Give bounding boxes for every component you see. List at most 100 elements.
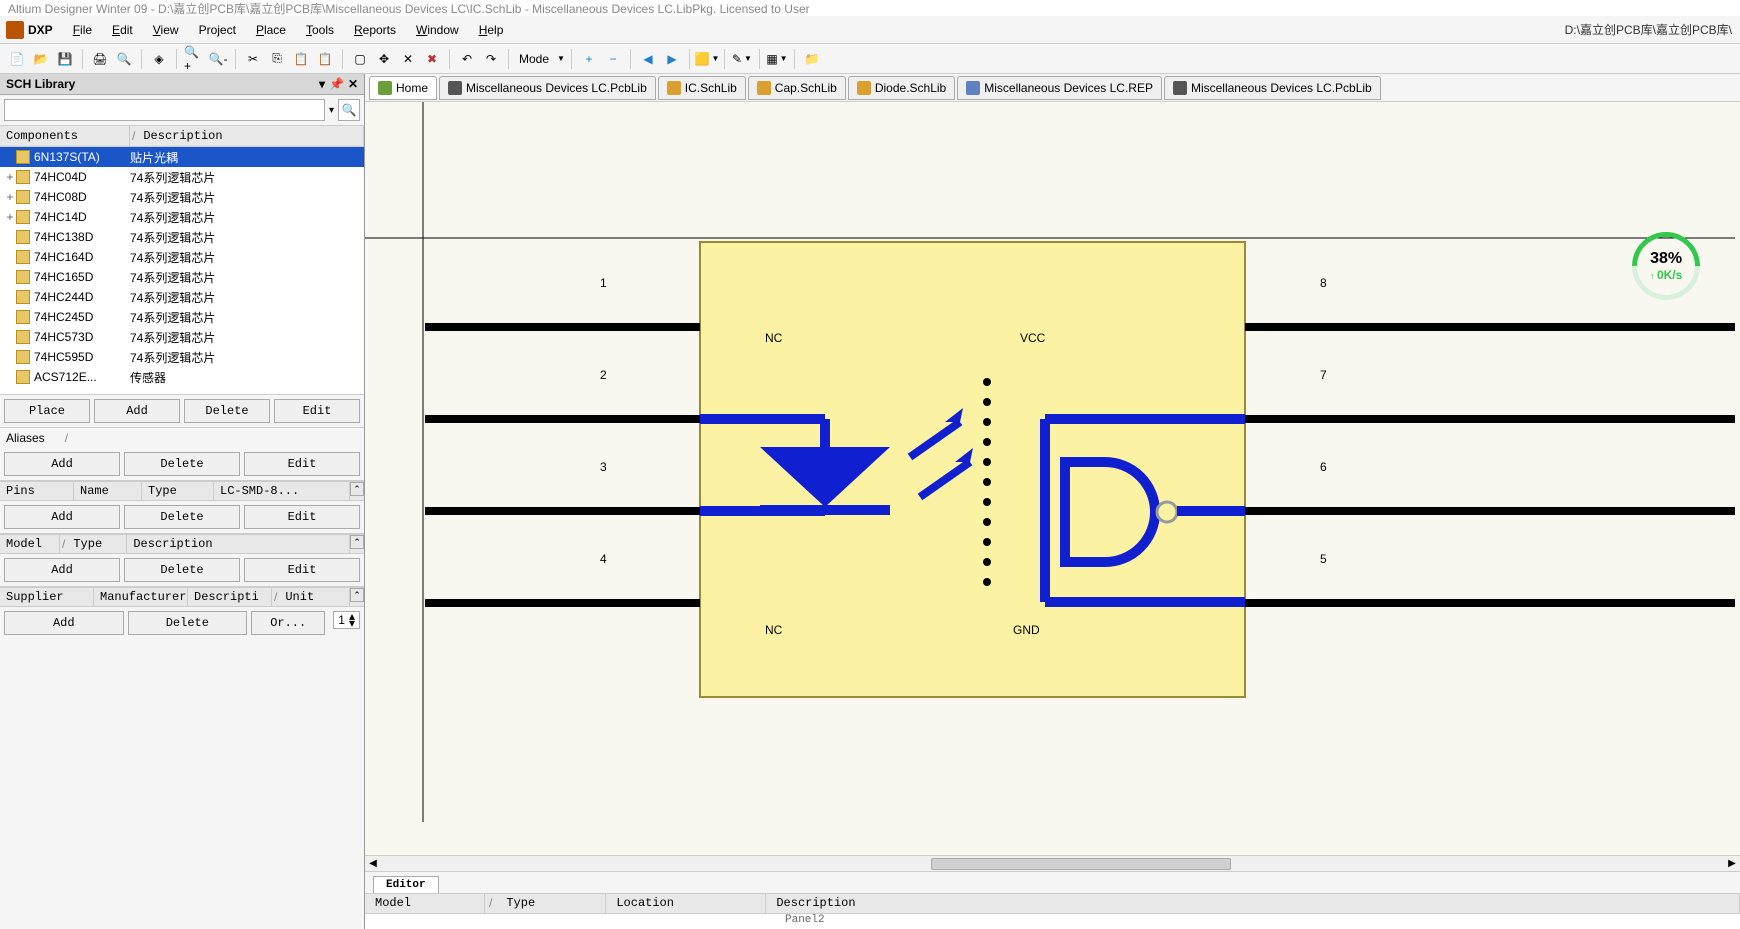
draw-icon[interactable]: ✎▼: [731, 48, 753, 70]
place-part-icon[interactable]: 🟨▼: [696, 48, 718, 70]
menu-project[interactable]: Project: [189, 19, 246, 41]
select-icon[interactable]: ▢: [349, 48, 371, 70]
mode-dropdown-icon[interactable]: ▼: [557, 54, 565, 63]
alias-add-button[interactable]: Add: [4, 452, 120, 476]
pin-edit-button[interactable]: Edit: [244, 505, 360, 529]
supplier-delete-button[interactable]: Delete: [128, 611, 248, 635]
edit-button[interactable]: Edit: [274, 399, 360, 423]
menu-reports[interactable]: Reports: [344, 19, 406, 41]
tab-ic-schlib[interactable]: IC.SchLib: [658, 76, 746, 100]
panel-menu-icon[interactable]: ▾: [319, 77, 325, 91]
tab-miscellaneous-devices-lc-pcblib[interactable]: Miscellaneous Devices LC.PcbLib: [439, 76, 656, 100]
tab-miscellaneous-devices-lc-rep[interactable]: Miscellaneous Devices LC.REP: [957, 76, 1162, 100]
panel-close-icon[interactable]: ✕: [348, 77, 358, 91]
model-delete-button[interactable]: Delete: [124, 558, 240, 582]
new-icon[interactable]: 📄: [6, 48, 28, 70]
model-edit-button[interactable]: Edit: [244, 558, 360, 582]
col-model[interactable]: Model: [365, 894, 485, 913]
list-item[interactable]: 6N137S(TA)贴片光耦: [0, 147, 364, 167]
paste-special-icon[interactable]: 📋: [314, 48, 336, 70]
zoom-out-icon[interactable]: 🔍-: [207, 48, 229, 70]
scroll-left-icon[interactable]: ◀: [365, 858, 381, 869]
menu-place[interactable]: Place: [246, 19, 296, 41]
mode-label[interactable]: Mode: [519, 52, 549, 66]
status-text: Panel2: [365, 913, 1740, 929]
menu-tools[interactable]: Tools: [296, 19, 344, 41]
list-item[interactable]: +74HC14D74系列逻辑芯片: [0, 207, 364, 227]
menu-dxp[interactable]: DXP: [28, 23, 53, 37]
delete-icon[interactable]: ✖: [421, 48, 443, 70]
search-input[interactable]: [4, 99, 325, 121]
list-item[interactable]: 74HC573D74系列逻辑芯片: [0, 327, 364, 347]
nav-fwd-icon[interactable]: ▶: [661, 48, 683, 70]
scrollbar-thumb[interactable]: [931, 858, 1231, 870]
collapse-icon[interactable]: ⌃: [350, 588, 364, 602]
save-icon[interactable]: 💾: [54, 48, 76, 70]
list-item[interactable]: 74HC165D74系列逻辑芯片: [0, 267, 364, 287]
remove-icon[interactable]: −: [602, 48, 624, 70]
move-icon[interactable]: ✥: [373, 48, 395, 70]
place-button[interactable]: Place: [4, 399, 90, 423]
print-icon[interactable]: 🖨: [89, 48, 111, 70]
add-icon[interactable]: +: [578, 48, 600, 70]
collapse-icon[interactable]: ⌃: [350, 535, 364, 549]
undo-icon[interactable]: ↶: [456, 48, 478, 70]
title-bar: Altium Designer Winter 09 - D:\嘉立创PCB库\嘉…: [0, 0, 1740, 16]
menu-file[interactable]: File: [63, 19, 102, 41]
list-item[interactable]: +74HC08D74系列逻辑芯片: [0, 187, 364, 207]
schematic-canvas[interactable]: 1 2 3 4 8 7 6 5 NC VCC NC GND: [365, 102, 1740, 855]
layers-icon[interactable]: ◈: [148, 48, 170, 70]
collapse-icon[interactable]: ⌃: [350, 482, 364, 496]
menu-view[interactable]: View: [143, 19, 189, 41]
list-item[interactable]: ACS712E...传感器: [0, 367, 364, 387]
scroll-right-icon[interactable]: ▶: [1724, 858, 1740, 869]
tab-home[interactable]: Home: [369, 76, 437, 100]
list-item[interactable]: 74HC138D74系列逻辑芯片: [0, 227, 364, 247]
copy-icon[interactable]: ⎘: [266, 48, 288, 70]
supplier-add-button[interactable]: Add: [4, 611, 124, 635]
list-item[interactable]: 74HC164D74系列逻辑芯片: [0, 247, 364, 267]
preview-icon[interactable]: 🔍: [113, 48, 135, 70]
open-icon[interactable]: 📂: [30, 48, 52, 70]
col-description-bottom[interactable]: Description: [766, 894, 1740, 913]
search-icon[interactable]: 🔍: [338, 99, 360, 121]
supplier-order-button[interactable]: Or...: [251, 611, 325, 635]
model-add-button[interactable]: Add: [4, 558, 120, 582]
pin-delete-button[interactable]: Delete: [124, 505, 240, 529]
delete-button[interactable]: Delete: [184, 399, 270, 423]
folder-icon[interactable]: 📁: [801, 48, 823, 70]
svg-text:6: 6: [1320, 460, 1327, 474]
redo-icon[interactable]: ↷: [480, 48, 502, 70]
nav-back-icon[interactable]: ◀: [637, 48, 659, 70]
components-list[interactable]: 6N137S(TA)贴片光耦+74HC04D74系列逻辑芯片+74HC08D74…: [0, 147, 364, 395]
col-description[interactable]: Description: [137, 126, 364, 146]
tab-editor[interactable]: Editor: [373, 876, 439, 893]
pin-add-button[interactable]: Add: [4, 505, 120, 529]
alias-edit-button[interactable]: Edit: [244, 452, 360, 476]
list-item[interactable]: +74HC04D74系列逻辑芯片: [0, 167, 364, 187]
grid-icon[interactable]: ▦▼: [766, 48, 788, 70]
list-item[interactable]: 74HC245D74系列逻辑芯片: [0, 307, 364, 327]
add-button[interactable]: Add: [94, 399, 180, 423]
tab-diode-schlib[interactable]: Diode.SchLib: [848, 76, 955, 100]
search-dropdown-icon[interactable]: ▾: [329, 105, 334, 116]
col-location[interactable]: Location: [606, 894, 766, 913]
cut-icon[interactable]: ✂: [242, 48, 264, 70]
aliases-header[interactable]: Aliases/ ⌃: [0, 428, 364, 448]
quantity-stepper[interactable]: 1 ▴▾: [333, 611, 360, 629]
zoom-in-icon[interactable]: 🔍+: [183, 48, 205, 70]
menu-edit[interactable]: Edit: [102, 19, 143, 41]
horizontal-scrollbar[interactable]: ◀ ▶: [365, 855, 1740, 871]
menu-help[interactable]: Help: [469, 19, 514, 41]
paste-icon[interactable]: 📋: [290, 48, 312, 70]
tab-miscellaneous-devices-lc-pcblib[interactable]: Miscellaneous Devices LC.PcbLib: [1164, 76, 1381, 100]
break-icon[interactable]: ✕: [397, 48, 419, 70]
list-item[interactable]: 74HC244D74系列逻辑芯片: [0, 287, 364, 307]
panel-pin-icon[interactable]: 📌: [329, 77, 344, 91]
alias-delete-button[interactable]: Delete: [124, 452, 240, 476]
col-components[interactable]: Components: [0, 126, 130, 146]
col-type[interactable]: Type: [496, 894, 606, 913]
menu-window[interactable]: Window: [406, 19, 469, 41]
list-item[interactable]: 74HC595D74系列逻辑芯片: [0, 347, 364, 367]
tab-cap-schlib[interactable]: Cap.SchLib: [748, 76, 846, 100]
